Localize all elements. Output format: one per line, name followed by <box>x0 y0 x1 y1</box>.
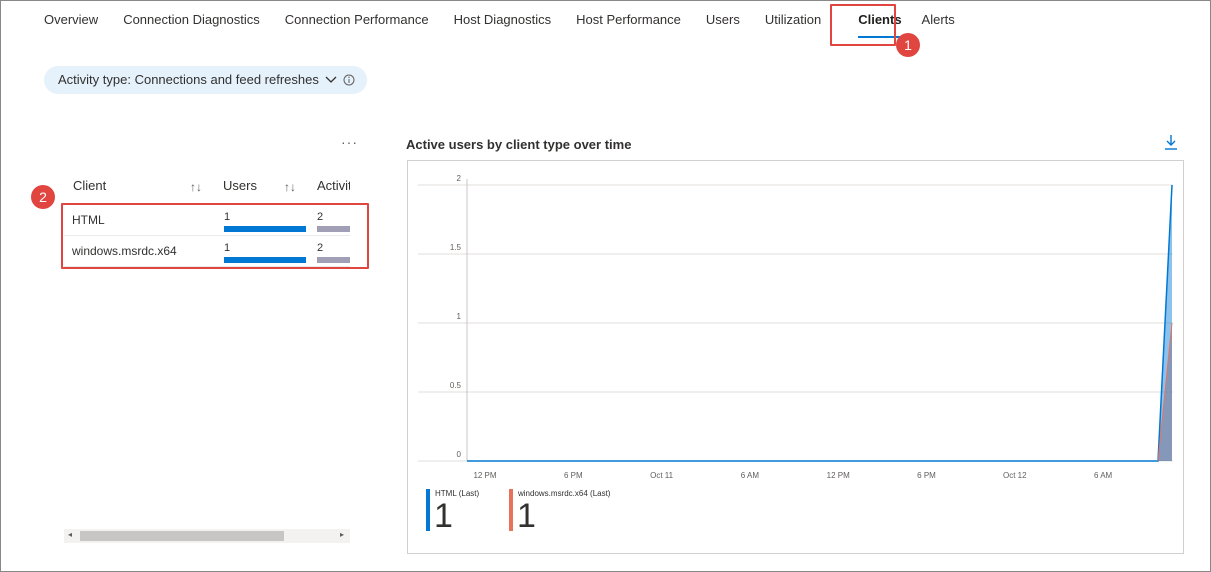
x-tick-label: Oct 12 <box>1003 471 1027 480</box>
scroll-right-icon[interactable]: ▸ <box>340 530 344 539</box>
x-tick-label: 6 AM <box>741 471 760 480</box>
info-icon[interactable] <box>343 74 355 86</box>
tab-utilization[interactable]: Utilization <box>765 0 821 40</box>
sort-icon[interactable]: ↑↓ <box>284 180 296 194</box>
tab-overview[interactable]: Overview <box>44 0 98 40</box>
tab-host-diagnostics[interactable]: Host Diagnostics <box>454 0 552 40</box>
annotation-badge-1: 1 <box>896 33 920 57</box>
x-tick-label: 6 PM <box>564 471 583 480</box>
annotation-box-client-rows <box>61 203 369 269</box>
x-tick-label: 12 PM <box>827 471 850 480</box>
legend-series-value: 1 <box>517 497 536 535</box>
scrollbar-thumb[interactable] <box>80 531 284 541</box>
tab-host-performance[interactable]: Host Performance <box>576 0 681 40</box>
activity-type-filter-label: Activity type: Connections and feed refr… <box>58 72 319 87</box>
chart-title: Active users by client type over time <box>406 137 632 152</box>
annotation-badge-2: 2 <box>31 185 55 209</box>
x-tick-label: 12 PM <box>473 471 496 480</box>
column-header-activities[interactable]: Activiti <box>317 178 350 193</box>
more-options-icon[interactable]: ··· <box>341 134 358 150</box>
annotation-box-clients-tab <box>830 4 896 46</box>
y-tick-label: 1.5 <box>450 243 462 252</box>
y-tick-label: 2 <box>457 174 462 183</box>
chevron-down-icon <box>325 76 337 84</box>
y-tick-label: 0.5 <box>450 381 462 390</box>
chart-svg: 2 1.5 1 0.5 0 12 PM 6 PM Oct 11 6 AM 12 PM 6 PM Oct… <box>418 174 1173 480</box>
horizontal-scrollbar[interactable]: ◂ ▸ <box>64 529 350 543</box>
download-icon[interactable] <box>1164 134 1178 155</box>
column-header-client[interactable]: Client <box>73 178 106 193</box>
tab-alerts[interactable]: Alerts <box>922 0 955 40</box>
x-tick-label: 6 PM <box>917 471 936 480</box>
activity-type-filter[interactable]: Activity type: Connections and feed refr… <box>44 66 367 94</box>
sort-icon[interactable]: ↑↓ <box>190 180 202 194</box>
tab-connection-performance[interactable]: Connection Performance <box>285 0 429 40</box>
tab-connection-diagnostics[interactable]: Connection Diagnostics <box>123 0 260 40</box>
y-tick-label: 0 <box>457 450 462 459</box>
legend-swatch <box>509 489 513 531</box>
column-header-users[interactable]: Users <box>223 178 257 193</box>
tab-users[interactable]: Users <box>706 0 740 40</box>
x-tick-label: 6 AM <box>1094 471 1113 480</box>
y-tick-label: 1 <box>457 312 462 321</box>
legend-series-value: 1 <box>434 497 453 535</box>
scroll-left-icon[interactable]: ◂ <box>68 530 72 539</box>
legend-swatch <box>426 489 430 531</box>
x-tick-label: Oct 11 <box>650 471 674 480</box>
